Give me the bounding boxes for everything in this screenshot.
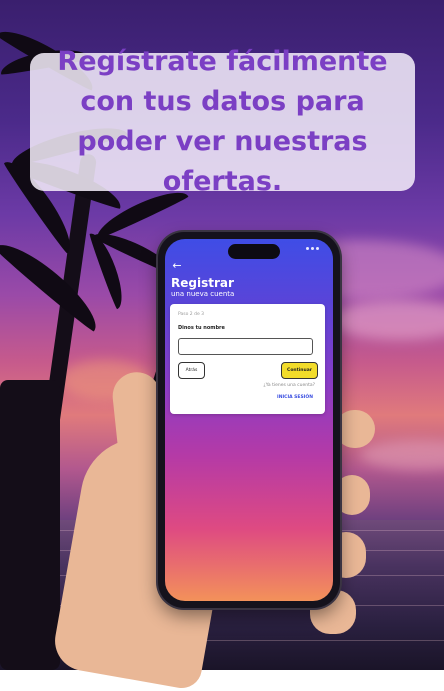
registration-card: Paso 2 de 3 Dinos tu nombre Atrás Contin… [170, 304, 325, 414]
continue-button[interactable]: Continuar [281, 362, 318, 379]
has-account-text: ¿Ya tienes una cuenta? [263, 383, 315, 388]
phone-screen: ← Registrar una nueva cuenta Paso 2 de 3… [165, 239, 333, 601]
promo-banner: Regístrate fácilmente con tus datos para… [30, 46, 415, 197]
cloud [330, 300, 444, 340]
login-link[interactable]: INICIA SESIÓN [277, 395, 313, 400]
screen-title: Registrar [171, 276, 234, 290]
camera-notch [228, 244, 280, 259]
name-field-label: Dinos tu nombre [178, 325, 225, 331]
cloud [360, 440, 444, 470]
arrow-left-icon[interactable]: ← [170, 259, 184, 273]
name-input[interactable] [178, 338, 313, 355]
phone: ← Registrar una nueva cuenta Paso 2 de 3… [158, 232, 340, 608]
back-button[interactable]: Atrás [178, 362, 205, 379]
step-indicator: Paso 2 de 3 [178, 312, 205, 317]
banner-headline: Regístrate fácilmente con tus datos para… [57, 46, 388, 197]
status-indicators [306, 247, 319, 250]
palm-trunk [0, 380, 60, 670]
screen-subtitle: una nueva cuenta [171, 290, 235, 298]
palm-frond [0, 232, 107, 333]
hand-finger [335, 410, 375, 448]
